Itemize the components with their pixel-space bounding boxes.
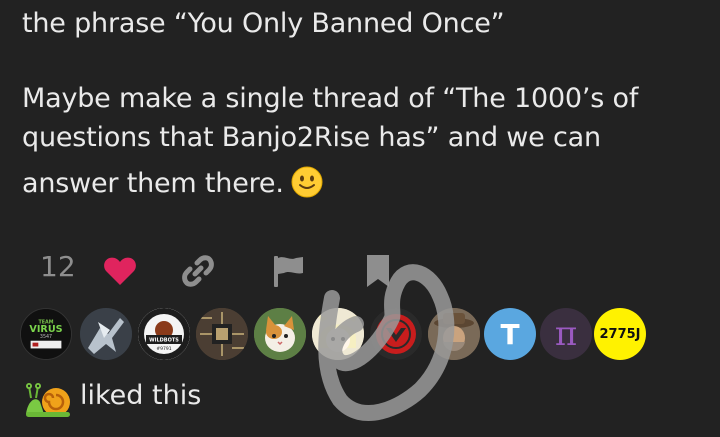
bookmark-icon [367, 255, 389, 287]
person-hat-icon [428, 308, 480, 360]
avatar-letter-t[interactable]: T [484, 308, 536, 360]
post-text-line: Maybe make a single thread of “The 1000’… [22, 83, 639, 114]
heart-icon [104, 257, 136, 285]
post-text-line: the phrase “You Only Banned Once” [22, 8, 505, 39]
avatar-circuit-board[interactable] [196, 308, 248, 360]
avatar-letter: π [554, 314, 578, 354]
metal-figure-icon [80, 308, 132, 360]
post-text-line: answer them there. [22, 165, 324, 201]
post-text: answer them there. [22, 168, 284, 199]
like-count[interactable]: 12 [40, 250, 76, 283]
wildbots-logo-icon: WILDBOTS #9791 [138, 308, 190, 360]
post-text-line: questions that Banjo2Rise has” and we ca… [22, 122, 601, 153]
avatar-anime-character[interactable] [312, 308, 364, 360]
team-virus-logo-icon: TEAM VIRUS 3547 [21, 309, 71, 359]
cat-icon [254, 308, 306, 360]
avatar-team-virus[interactable]: TEAM VIRUS 3547 [20, 308, 72, 360]
avatar-label: WILDBOTS [149, 338, 179, 344]
anime-character-icon [312, 308, 364, 360]
liked-this-label: liked this [80, 380, 202, 411]
avatar-red-logo[interactable] [370, 308, 422, 360]
avatar-letter: 2775J [599, 326, 641, 342]
avatar-letter: T [500, 317, 520, 351]
avatar-2775j[interactable]: 2775J [594, 308, 646, 360]
bookmark-button[interactable] [358, 251, 398, 291]
snail-avatar-icon[interactable] [22, 378, 74, 422]
post-actions-bar: 12 [0, 247, 720, 291]
avatar-metal-figure[interactable] [80, 308, 132, 360]
avatar-wildbots[interactable]: WILDBOTS #9791 [138, 308, 190, 360]
link-icon [182, 255, 214, 287]
smiley-emoji-icon [291, 166, 323, 198]
share-link-button[interactable] [178, 251, 218, 291]
avatar-cat[interactable] [254, 308, 306, 360]
avatar-number: #9791 [156, 346, 171, 352]
flag-icon [274, 256, 303, 287]
circuit-board-icon [196, 308, 248, 360]
like-button[interactable] [100, 251, 140, 291]
flag-button[interactable] [268, 251, 308, 291]
avatar-label: VIRUS [29, 324, 62, 335]
annotation-scribble [318, 264, 455, 421]
avatar-person-hat[interactable] [428, 308, 480, 360]
red-emblem-icon [370, 308, 422, 360]
avatar-pi[interactable]: π [540, 308, 592, 360]
avatar-number: 3547 [40, 334, 52, 340]
